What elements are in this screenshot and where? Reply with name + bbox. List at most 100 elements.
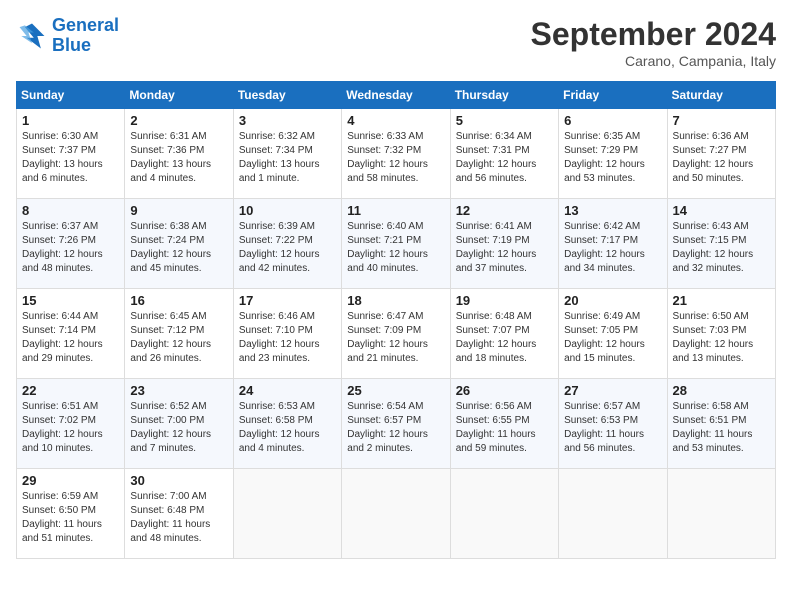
day-number: 4: [347, 113, 444, 128]
day-number: 30: [130, 473, 227, 488]
calendar-cell: 30 Sunrise: 7:00 AMSunset: 6:48 PMDayligh…: [125, 469, 233, 559]
logo-general: General: [52, 15, 119, 35]
day-number: 16: [130, 293, 227, 308]
day-info: Sunrise: 6:38 AMSunset: 7:24 PMDaylight:…: [130, 220, 227, 276]
day-number: 25: [347, 383, 444, 398]
day-number: 12: [456, 203, 553, 218]
day-number: 1: [22, 113, 119, 128]
page-header: General Blue September 2024 Carano, Camp…: [16, 16, 776, 69]
day-info: Sunrise: 6:42 AMSunset: 7:17 PMDaylight:…: [564, 220, 661, 276]
day-info: Sunrise: 6:40 AMSunset: 7:21 PMDaylight:…: [347, 220, 444, 276]
day-info: Sunrise: 6:48 AMSunset: 7:07 PMDaylight:…: [456, 310, 553, 366]
day-info: Sunrise: 6:34 AMSunset: 7:31 PMDaylight:…: [456, 130, 553, 186]
day-info: Sunrise: 6:52 AMSunset: 7:00 PMDaylight:…: [130, 400, 227, 456]
day-info: Sunrise: 6:39 AMSunset: 7:22 PMDaylight:…: [239, 220, 336, 276]
logo-icon: [16, 20, 48, 52]
day-number: 17: [239, 293, 336, 308]
day-info: Sunrise: 6:35 AMSunset: 7:29 PMDaylight:…: [564, 130, 661, 186]
day-number: 18: [347, 293, 444, 308]
weekday-header: Tuesday: [233, 82, 341, 109]
day-number: 3: [239, 113, 336, 128]
calendar-cell: 27 Sunrise: 6:57 AMSunset: 6:53 PMDayligh…: [559, 379, 667, 469]
calendar-cell: 11 Sunrise: 6:40 AMSunset: 7:21 PMDayligh…: [342, 199, 450, 289]
calendar-week-row: 29 Sunrise: 6:59 AMSunset: 6:50 PMDayligh…: [17, 469, 776, 559]
calendar-cell: 29 Sunrise: 6:59 AMSunset: 6:50 PMDayligh…: [17, 469, 125, 559]
calendar-cell: 28Sunrise: 6:58 AMSunset: 6:51 PMDayligh…: [667, 379, 775, 469]
weekday-header: Sunday: [17, 82, 125, 109]
calendar-cell: 21 Sunrise: 6:50 AMSunset: 7:03 PMDayligh…: [667, 289, 775, 379]
calendar-cell: 18 Sunrise: 6:47 AMSunset: 7:09 PMDayligh…: [342, 289, 450, 379]
calendar-cell: 20 Sunrise: 6:49 AMSunset: 7:05 PMDayligh…: [559, 289, 667, 379]
calendar-cell: 19 Sunrise: 6:48 AMSunset: 7:07 PMDayligh…: [450, 289, 558, 379]
calendar-cell: 14 Sunrise: 6:43 AMSunset: 7:15 PMDayligh…: [667, 199, 775, 289]
day-number: 24: [239, 383, 336, 398]
calendar-cell: 22 Sunrise: 6:51 AMSunset: 7:02 PMDayligh…: [17, 379, 125, 469]
calendar-cell: [342, 469, 450, 559]
day-number: 20: [564, 293, 661, 308]
day-info: Sunrise: 6:59 AMSunset: 6:50 PMDaylight:…: [22, 490, 119, 546]
weekday-header: Saturday: [667, 82, 775, 109]
calendar-cell: 15 Sunrise: 6:44 AMSunset: 7:14 PMDayligh…: [17, 289, 125, 379]
day-info: Sunrise: 6:51 AMSunset: 7:02 PMDaylight:…: [22, 400, 119, 456]
day-number: 8: [22, 203, 119, 218]
day-number: 28: [673, 383, 770, 398]
day-info: Sunrise: 6:37 AMSunset: 7:26 PMDaylight:…: [22, 220, 119, 276]
day-number: 11: [347, 203, 444, 218]
calendar-cell: 16 Sunrise: 6:45 AMSunset: 7:12 PMDayligh…: [125, 289, 233, 379]
weekday-header: Wednesday: [342, 82, 450, 109]
logo: General Blue: [16, 16, 119, 56]
day-number: 22: [22, 383, 119, 398]
day-info: Sunrise: 6:44 AMSunset: 7:14 PMDaylight:…: [22, 310, 119, 366]
calendar-cell: [559, 469, 667, 559]
day-number: 5: [456, 113, 553, 128]
calendar-cell: [233, 469, 341, 559]
day-number: 13: [564, 203, 661, 218]
weekday-header: Thursday: [450, 82, 558, 109]
location-subtitle: Carano, Campania, Italy: [531, 53, 776, 69]
calendar-cell: 23 Sunrise: 6:52 AMSunset: 7:00 PMDayligh…: [125, 379, 233, 469]
month-title: September 2024: [531, 16, 776, 53]
day-info: Sunrise: 6:32 AMSunset: 7:34 PMDaylight:…: [239, 130, 336, 186]
day-number: 6: [564, 113, 661, 128]
calendar-week-row: 15 Sunrise: 6:44 AMSunset: 7:14 PMDayligh…: [17, 289, 776, 379]
day-info: Sunrise: 6:31 AMSunset: 7:36 PMDaylight:…: [130, 130, 227, 186]
day-number: 10: [239, 203, 336, 218]
day-info: Sunrise: 6:41 AMSunset: 7:19 PMDaylight:…: [456, 220, 553, 276]
calendar-cell: 3 Sunrise: 6:32 AMSunset: 7:34 PMDaylight…: [233, 109, 341, 199]
day-info: Sunrise: 6:57 AMSunset: 6:53 PMDaylight:…: [564, 400, 661, 456]
day-info: Sunrise: 6:47 AMSunset: 7:09 PMDaylight:…: [347, 310, 444, 366]
calendar-cell: 6 Sunrise: 6:35 AMSunset: 7:29 PMDaylight…: [559, 109, 667, 199]
calendar-cell: 13 Sunrise: 6:42 AMSunset: 7:17 PMDayligh…: [559, 199, 667, 289]
day-info: Sunrise: 6:36 AMSunset: 7:27 PMDaylight:…: [673, 130, 770, 186]
title-block: September 2024 Carano, Campania, Italy: [531, 16, 776, 69]
day-number: 2: [130, 113, 227, 128]
calendar-cell: [667, 469, 775, 559]
calendar-cell: 1Sunrise: 6:30 AMSunset: 7:37 PMDaylight…: [17, 109, 125, 199]
day-number: 21: [673, 293, 770, 308]
calendar-week-row: 1Sunrise: 6:30 AMSunset: 7:37 PMDaylight…: [17, 109, 776, 199]
day-info: Sunrise: 7:00 AMSunset: 6:48 PMDaylight:…: [130, 490, 227, 546]
day-info: Sunrise: 6:45 AMSunset: 7:12 PMDaylight:…: [130, 310, 227, 366]
calendar-cell: 10 Sunrise: 6:39 AMSunset: 7:22 PMDayligh…: [233, 199, 341, 289]
day-info: Sunrise: 6:43 AMSunset: 7:15 PMDaylight:…: [673, 220, 770, 276]
calendar-cell: 9 Sunrise: 6:38 AMSunset: 7:24 PMDaylight…: [125, 199, 233, 289]
day-number: 15: [22, 293, 119, 308]
day-info: Sunrise: 6:50 AMSunset: 7:03 PMDaylight:…: [673, 310, 770, 366]
day-number: 27: [564, 383, 661, 398]
calendar-week-row: 22 Sunrise: 6:51 AMSunset: 7:02 PMDayligh…: [17, 379, 776, 469]
day-info: Sunrise: 6:49 AMSunset: 7:05 PMDaylight:…: [564, 310, 661, 366]
calendar-cell: [450, 469, 558, 559]
day-info: Sunrise: 6:56 AMSunset: 6:55 PMDaylight:…: [456, 400, 553, 456]
day-number: 7: [673, 113, 770, 128]
day-info: Sunrise: 6:54 AMSunset: 6:57 PMDaylight:…: [347, 400, 444, 456]
calendar-cell: 4Sunrise: 6:33 AMSunset: 7:32 PMDaylight…: [342, 109, 450, 199]
calendar-cell: 17Sunrise: 6:46 AMSunset: 7:10 PMDayligh…: [233, 289, 341, 379]
day-number: 29: [22, 473, 119, 488]
day-number: 14: [673, 203, 770, 218]
day-number: 23: [130, 383, 227, 398]
calendar-header-row: SundayMondayTuesdayWednesdayThursdayFrid…: [17, 82, 776, 109]
day-number: 19: [456, 293, 553, 308]
weekday-header: Monday: [125, 82, 233, 109]
calendar-cell: 25 Sunrise: 6:54 AMSunset: 6:57 PMDayligh…: [342, 379, 450, 469]
day-number: 9: [130, 203, 227, 218]
